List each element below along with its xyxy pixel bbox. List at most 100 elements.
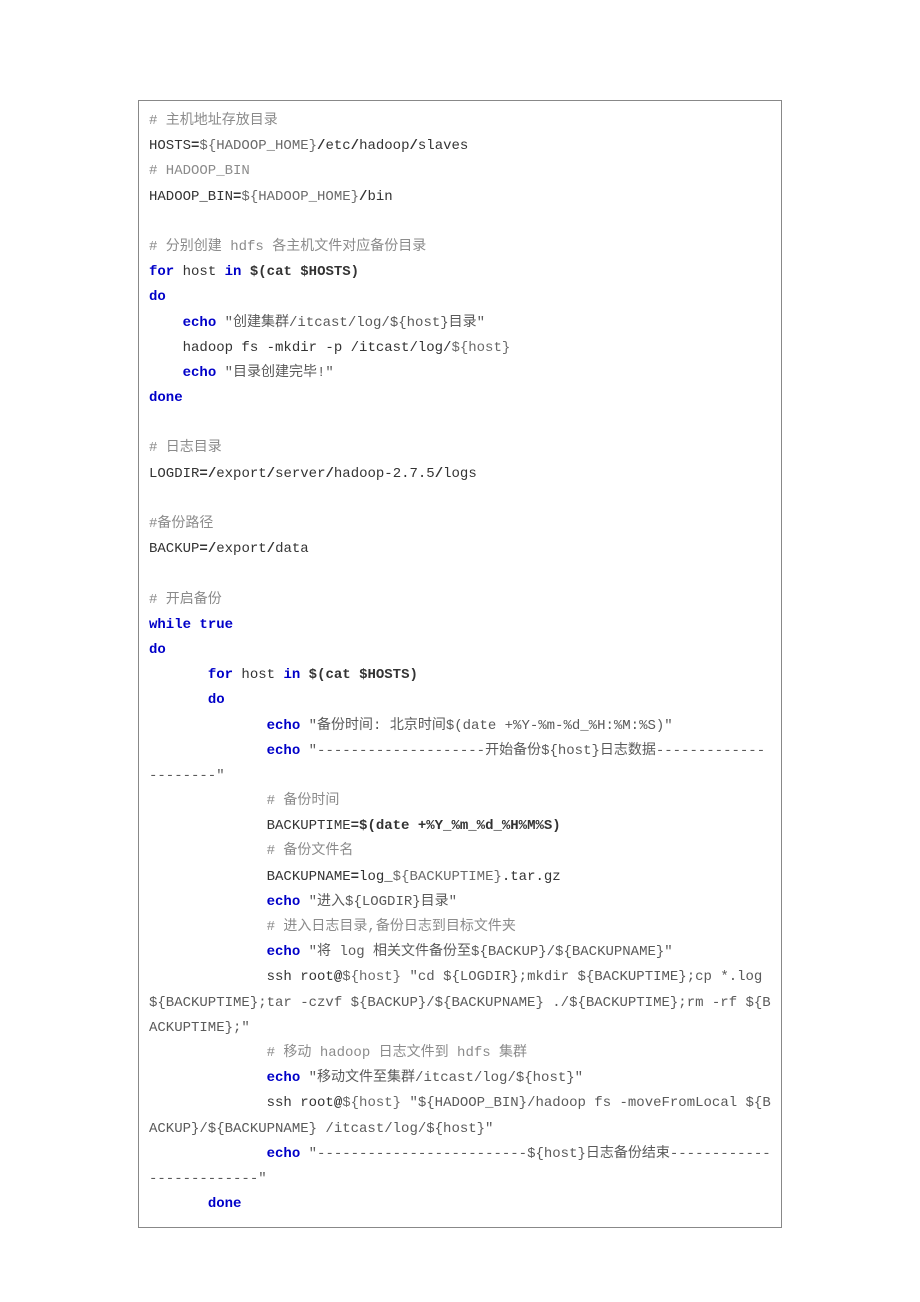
code-text: etc — [325, 138, 350, 154]
code-text — [149, 743, 267, 759]
code-string: "移动文件至集群/itcast/log/${host}" — [300, 1070, 583, 1086]
code-text: ssh root — [149, 1095, 334, 1111]
code-text — [149, 365, 183, 381]
code-text — [300, 667, 308, 683]
code-keyword: echo — [267, 718, 301, 734]
code-string: "创建集群/itcast/log/${host}目录" — [216, 315, 485, 331]
code-text — [149, 1146, 267, 1162]
code-text: LOGDIR — [149, 466, 199, 482]
code-text: ${HADOOP_HOME} — [241, 189, 359, 205]
code-text: hadoop-2.7.5 — [334, 466, 435, 482]
code-keyword: do — [149, 642, 166, 658]
code-text: log_ — [359, 869, 393, 885]
code-string: "进入${LOGDIR}目录" — [300, 894, 457, 910]
code-keyword: do — [149, 289, 166, 305]
code-text: / — [208, 466, 216, 482]
code-text: ${BACKUPTIME} — [393, 869, 502, 885]
code-comment: # 移动 hadoop 日志文件到 hdfs 集群 — [267, 1045, 527, 1061]
code-text — [149, 894, 267, 910]
code-text — [149, 315, 183, 331]
code-comment: # 开启备份 — [149, 592, 222, 608]
code-text: / — [267, 466, 275, 482]
code-keyword: in — [225, 264, 242, 280]
code-text: = — [199, 541, 207, 557]
code-text — [149, 843, 267, 859]
code-keyword: echo — [183, 365, 217, 381]
code-text: host — [233, 667, 283, 683]
code-text: = — [351, 818, 359, 834]
code-string: "将 log 相关文件备份至${BACKUP}/${BACKUPNAME}" — [300, 944, 672, 960]
code-keyword: echo — [267, 1146, 301, 1162]
code-text: hadoop fs -mkdir -p /itcast/log/ — [149, 340, 451, 356]
code-text: logs — [443, 466, 477, 482]
code-text: host — [174, 264, 224, 280]
code-keyword: for — [149, 264, 174, 280]
code-text: = — [199, 466, 207, 482]
code-text — [149, 919, 267, 935]
code-text — [149, 1070, 267, 1086]
code-keyword: in — [283, 667, 300, 683]
code-comment: # 备份时间 — [267, 793, 340, 809]
code-text: export — [216, 466, 266, 482]
code-comment: #备份路径 — [149, 516, 213, 532]
code-comment: # 分别创建 hdfs 各主机文件对应备份目录 — [149, 239, 426, 255]
code-text — [149, 793, 267, 809]
code-text: / — [351, 138, 359, 154]
code-text: ssh root — [149, 969, 334, 985]
code-text: ${HADOOP_HOME} — [199, 138, 317, 154]
code-text: export — [216, 541, 266, 557]
code-keyword: echo — [267, 743, 301, 759]
code-text: $(cat $HOSTS) — [250, 264, 359, 280]
code-text: .tar.gz — [502, 869, 561, 885]
code-text: BACKUPNAME — [149, 869, 351, 885]
code-keyword: echo — [267, 894, 301, 910]
code-text: server — [275, 466, 325, 482]
code-text: BACKUP — [149, 541, 199, 557]
code-text: $(cat $HOSTS) — [309, 667, 418, 683]
code-keyword: echo — [267, 944, 301, 960]
code-text: slaves — [418, 138, 468, 154]
code-text — [149, 1045, 267, 1061]
code-comment: # 日志目录 — [149, 440, 222, 456]
code-text: / — [435, 466, 443, 482]
code-text: ${host} — [451, 340, 510, 356]
code-string: "目录创建完毕!" — [216, 365, 334, 381]
code-text: hadoop — [359, 138, 409, 154]
code-string: "备份时间: 北京时间$(date +%Y-%m-%d_%H:%M:%S)" — [300, 718, 672, 734]
code-text: HOSTS — [149, 138, 191, 154]
code-text — [149, 1196, 208, 1212]
code-text: = — [351, 869, 359, 885]
code-text: ${host} — [342, 1095, 401, 1111]
code-comment: # 主机地址存放目录 — [149, 113, 278, 129]
code-text: bin — [367, 189, 392, 205]
code-text: @ — [334, 969, 342, 985]
code-text — [149, 667, 208, 683]
code-keyword: true — [199, 617, 233, 633]
code-text — [149, 944, 267, 960]
code-text: HADOOP_BIN — [149, 189, 233, 205]
code-keyword: for — [208, 667, 233, 683]
code-keyword: echo — [267, 1070, 301, 1086]
code-text: @ — [334, 1095, 342, 1111]
code-block-frame: # 主机地址存放目录 HOSTS=${HADOOP_HOME}/etc/hado… — [138, 100, 782, 1228]
code-text: / — [410, 138, 418, 154]
shell-script-code: # 主机地址存放目录 HOSTS=${HADOOP_HOME}/etc/hado… — [149, 109, 771, 1217]
code-text — [241, 264, 249, 280]
code-text: BACKUPTIME — [149, 818, 351, 834]
code-keyword: echo — [183, 315, 217, 331]
code-text: / — [208, 541, 216, 557]
code-text: ${host} — [342, 969, 401, 985]
code-text: / — [267, 541, 275, 557]
code-text: $(date +%Y_%m_%d_%H%M%S) — [359, 818, 561, 834]
code-keyword: do — [208, 692, 225, 708]
code-text — [149, 692, 208, 708]
code-comment: # 备份文件名 — [267, 843, 354, 859]
code-comment: # HADOOP_BIN — [149, 163, 250, 179]
code-keyword: while — [149, 617, 191, 633]
document-page: # 主机地址存放目录 HOSTS=${HADOOP_HOME}/etc/hado… — [0, 0, 920, 1302]
code-keyword: done — [208, 1196, 242, 1212]
code-text — [149, 718, 267, 734]
code-keyword: done — [149, 390, 183, 406]
code-text: data — [275, 541, 309, 557]
code-text: / — [325, 466, 333, 482]
